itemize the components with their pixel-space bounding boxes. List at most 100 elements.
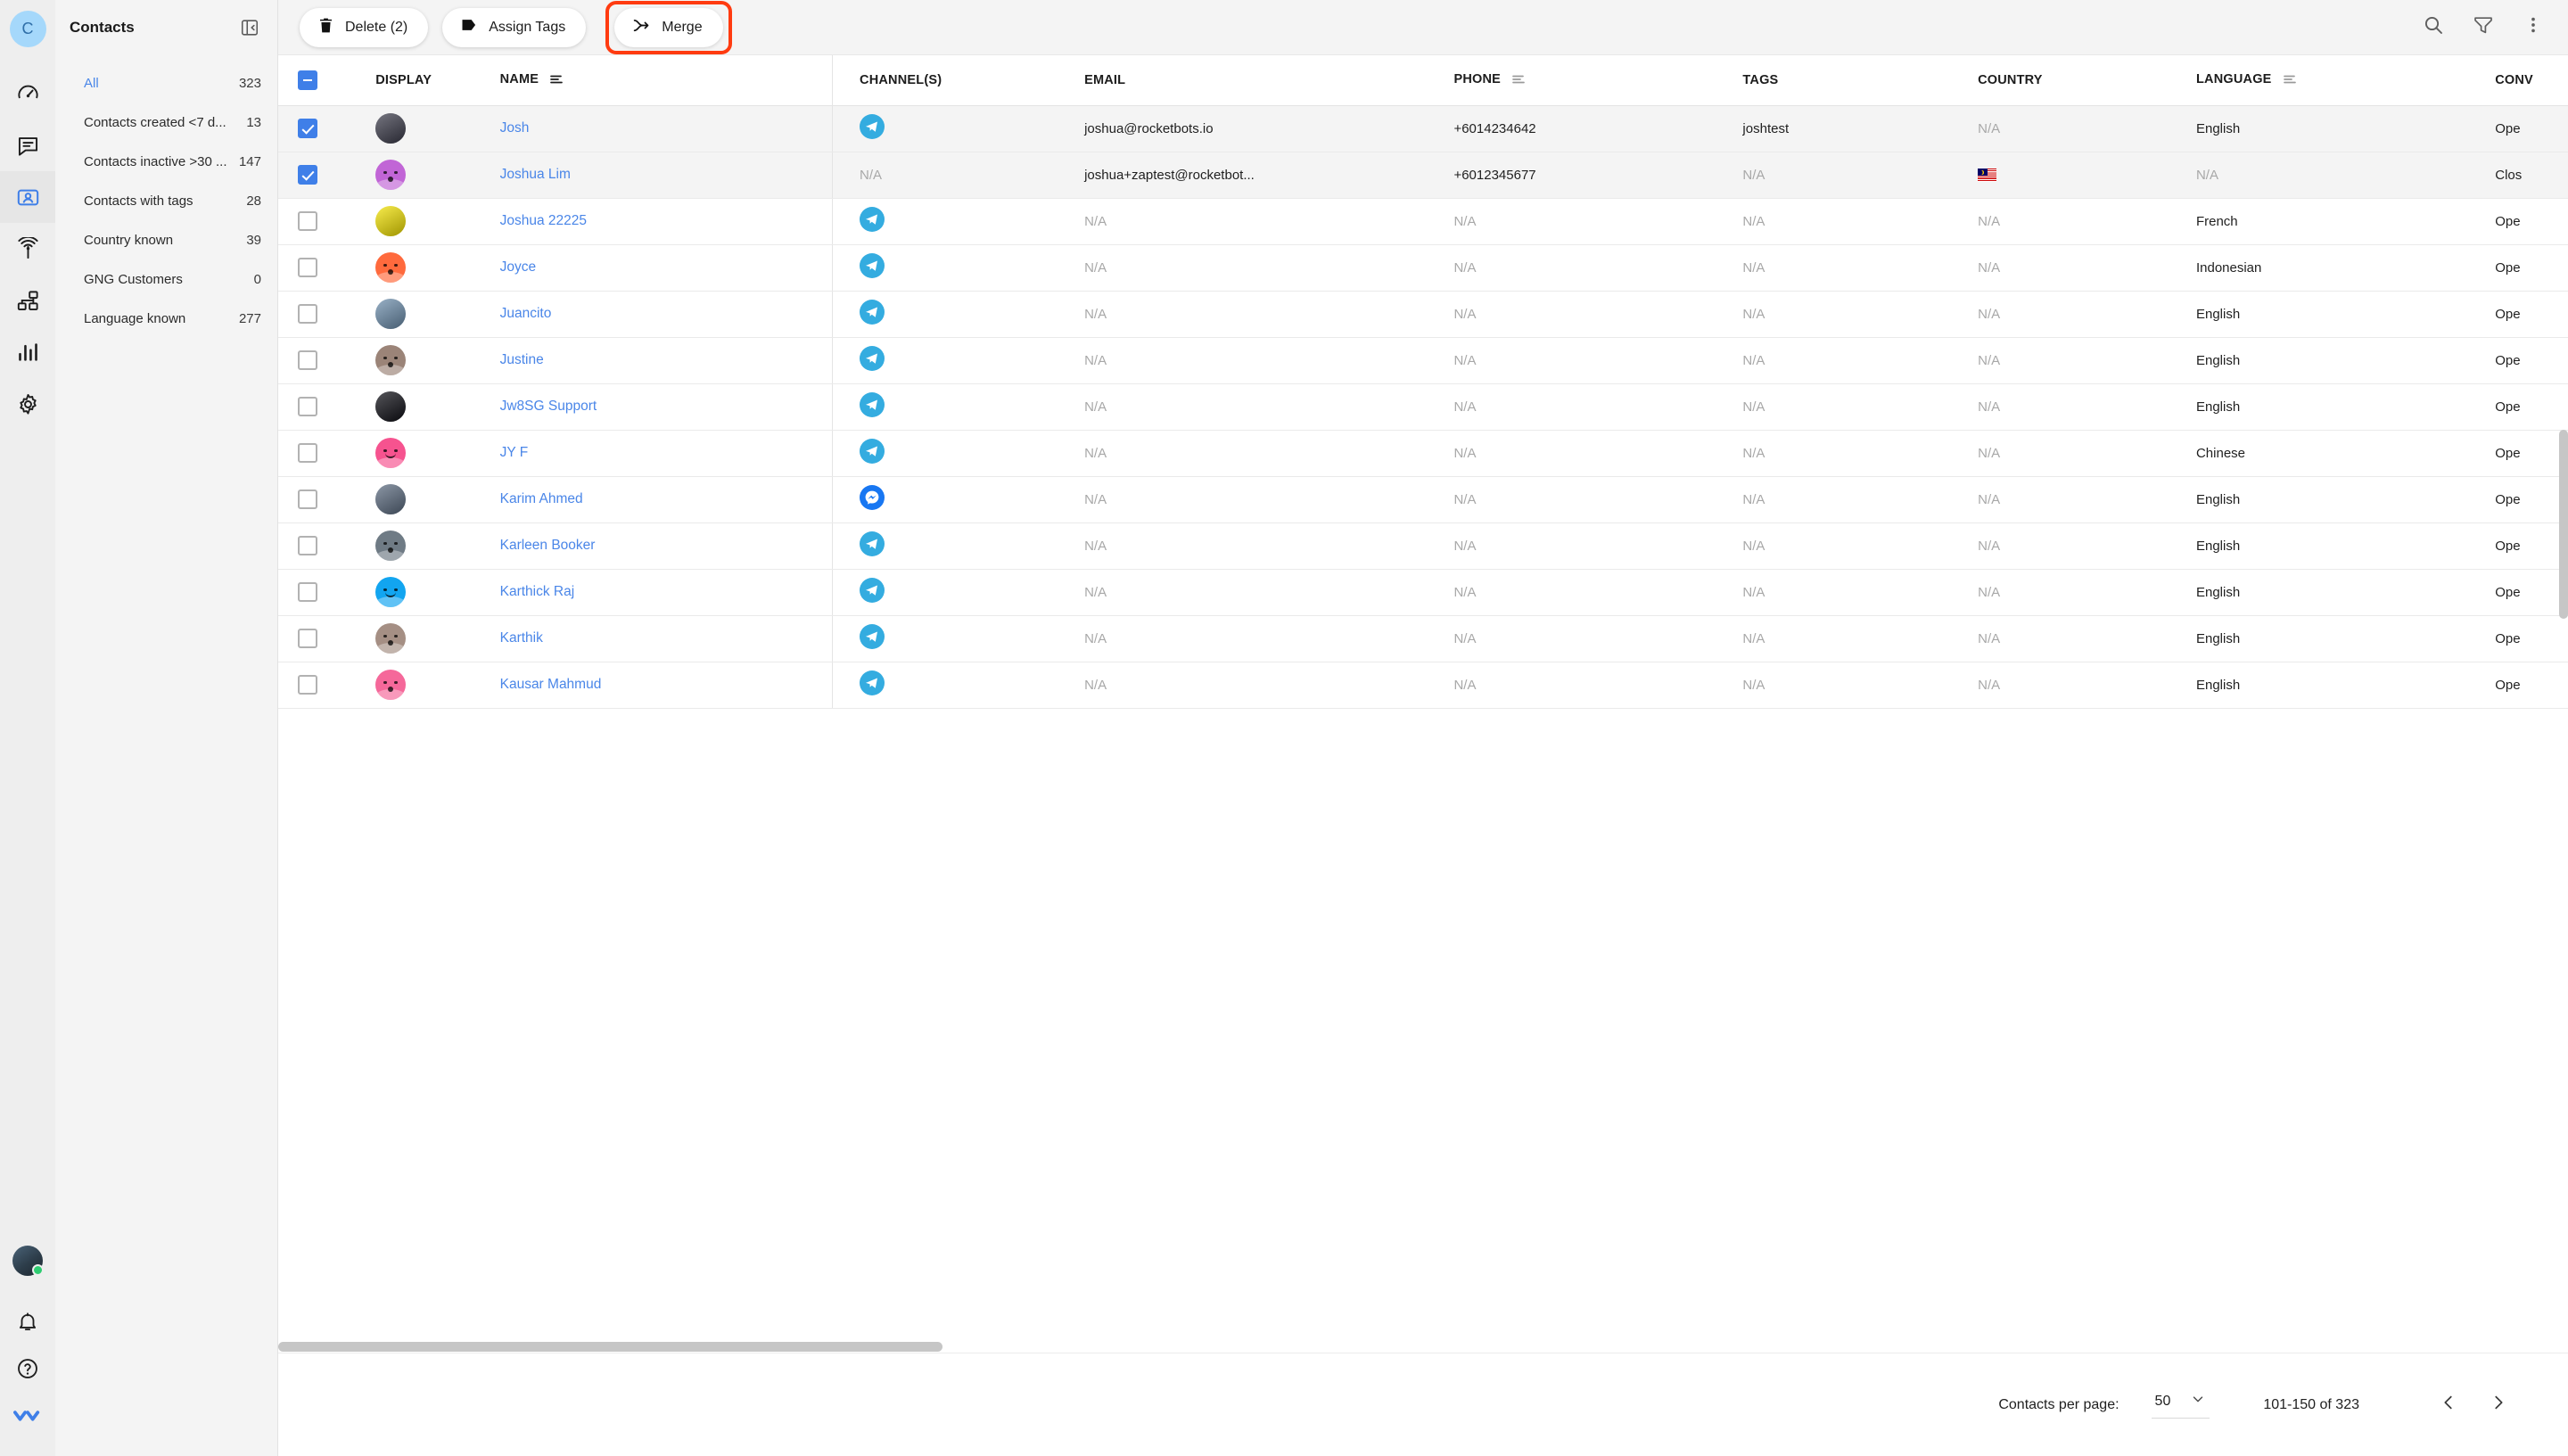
table-row[interactable]: Joshua 22225N/AN/AN/AN/AFrenchOpe — [278, 198, 2568, 244]
merge-button[interactable]: Merge — [614, 8, 722, 47]
sidebar-item-workflows[interactable] — [0, 275, 55, 326]
row-checkbox[interactable] — [298, 489, 317, 509]
avatar[interactable] — [375, 206, 406, 236]
row-checkbox[interactable] — [298, 582, 317, 602]
telegram-icon[interactable] — [860, 346, 885, 371]
sort-icon[interactable] — [549, 73, 564, 88]
telegram-icon[interactable] — [860, 392, 885, 417]
sidebar-item-created-recent[interactable]: Contacts created <7 d... 13 — [55, 103, 277, 142]
avatar[interactable] — [375, 252, 406, 283]
sidebar-item-gng-customers[interactable]: GNG Customers 0 — [55, 259, 277, 299]
column-header-conversation[interactable]: CONV — [2495, 55, 2568, 105]
avatar[interactable] — [375, 345, 406, 375]
table-row[interactable]: Joshua LimN/Ajoshua+zaptest@rocketbot...… — [278, 152, 2568, 198]
avatar[interactable] — [375, 299, 406, 329]
row-checkbox[interactable] — [298, 443, 317, 463]
telegram-icon[interactable] — [860, 624, 885, 649]
next-page-button[interactable] — [2481, 1387, 2516, 1423]
assign-tags-button[interactable]: Assign Tags — [442, 8, 586, 47]
contact-name-link[interactable]: Juancito — [500, 306, 552, 321]
table-row[interactable]: JuancitoN/AN/AN/AN/AEnglishOpe — [278, 291, 2568, 337]
contact-name-link[interactable]: Karim Ahmed — [500, 491, 583, 506]
row-checkbox[interactable] — [298, 675, 317, 695]
telegram-icon[interactable] — [860, 531, 885, 556]
contact-name-link[interactable]: Justine — [500, 352, 544, 367]
table-row[interactable]: Karthick RajN/AN/AN/AN/AEnglishOpe — [278, 569, 2568, 615]
telegram-icon[interactable] — [860, 300, 885, 325]
horizontal-scrollbar-track[interactable] — [278, 1341, 2568, 1353]
more-options-button[interactable] — [2520, 14, 2547, 41]
collapse-panel-button[interactable] — [240, 18, 259, 37]
contact-name-link[interactable]: Joshua Lim — [500, 167, 571, 182]
sidebar-item-broadcasts[interactable] — [0, 223, 55, 275]
column-header-name[interactable]: NAME — [500, 55, 833, 105]
contact-name-link[interactable]: Karthick Raj — [500, 584, 575, 599]
sidebar-item-all[interactable]: All 323 — [55, 63, 277, 103]
column-header-email[interactable]: EMAIL — [1084, 55, 1453, 105]
table-row[interactable]: Karim AhmedN/AN/AN/AN/AEnglishOpe — [278, 476, 2568, 522]
row-checkbox[interactable] — [298, 536, 317, 555]
avatar[interactable] — [375, 577, 406, 607]
table-row[interactable]: Kausar MahmudN/AN/AN/AN/AEnglishOpe — [278, 662, 2568, 708]
row-checkbox[interactable] — [298, 165, 317, 185]
table-row[interactable]: Jw8SG SupportN/AN/AN/AN/AEnglishOpe — [278, 383, 2568, 430]
sort-icon[interactable] — [2283, 73, 2297, 88]
telegram-icon[interactable] — [860, 439, 885, 464]
sidebar-item-messages[interactable] — [0, 119, 55, 171]
row-checkbox[interactable] — [298, 629, 317, 648]
contact-name-link[interactable]: Joshua 22225 — [500, 213, 587, 228]
telegram-icon[interactable] — [860, 670, 885, 695]
contact-name-link[interactable]: Kausar Mahmud — [500, 677, 602, 692]
contact-name-link[interactable]: JY F — [500, 445, 529, 460]
column-header-channels[interactable]: CHANNEL(S) — [833, 55, 1085, 105]
contact-name-link[interactable]: Josh — [500, 120, 530, 136]
per-page-select[interactable]: 50 — [2152, 1391, 2210, 1419]
contact-name-link[interactable]: Joyce — [500, 259, 537, 275]
avatar[interactable] — [375, 160, 406, 190]
table-row[interactable]: JoyceN/AN/AN/AN/AIndonesianOpe — [278, 244, 2568, 291]
column-header-tags[interactable]: TAGS — [1742, 55, 1978, 105]
vertical-scrollbar[interactable] — [2559, 430, 2568, 619]
contact-name-link[interactable]: Karleen Booker — [500, 538, 596, 553]
table-row[interactable]: JY FN/AN/AN/AN/AChineseOpe — [278, 430, 2568, 476]
avatar[interactable] — [375, 531, 406, 561]
filter-button[interactable] — [2470, 14, 2497, 41]
column-header-phone[interactable]: PHONE — [1453, 55, 1742, 105]
sidebar-item-with-tags[interactable]: Contacts with tags 28 — [55, 181, 277, 220]
notifications-button[interactable] — [0, 1301, 55, 1347]
table-row[interactable]: Joshjoshua@rocketbots.io+6014234642josht… — [278, 105, 2568, 152]
avatar[interactable] — [375, 623, 406, 654]
sidebar-item-reports[interactable] — [0, 326, 55, 378]
telegram-icon[interactable] — [860, 253, 885, 278]
avatar[interactable] — [12, 1246, 43, 1276]
column-header-language[interactable]: LANGUAGE — [2196, 55, 2495, 105]
avatar[interactable] — [375, 113, 406, 144]
sidebar-item-contacts[interactable] — [0, 171, 55, 223]
horizontal-scrollbar-thumb[interactable] — [278, 1342, 942, 1352]
avatar[interactable] — [375, 484, 406, 514]
row-checkbox[interactable] — [298, 258, 317, 277]
column-header-country[interactable]: COUNTRY — [1978, 55, 2196, 105]
sidebar-item-dashboard[interactable] — [0, 68, 55, 119]
sidebar-item-country-known[interactable]: Country known 39 — [55, 220, 277, 259]
row-checkbox[interactable] — [298, 119, 317, 138]
table-row[interactable]: KarthikN/AN/AN/AN/AEnglishOpe — [278, 615, 2568, 662]
row-checkbox[interactable] — [298, 304, 317, 324]
avatar[interactable] — [375, 438, 406, 468]
search-button[interactable] — [2420, 14, 2447, 41]
row-checkbox[interactable] — [298, 211, 317, 231]
table-row[interactable]: JustineN/AN/AN/AN/AEnglishOpe — [278, 337, 2568, 383]
sidebar-item-inactive[interactable]: Contacts inactive >30 ... 147 — [55, 142, 277, 181]
row-checkbox[interactable] — [298, 350, 317, 370]
select-all-checkbox[interactable] — [298, 70, 317, 90]
sidebar-item-language-known[interactable]: Language known 277 — [55, 299, 277, 338]
column-header-display[interactable]: DISPLAY — [375, 55, 499, 105]
delete-button[interactable]: Delete (2) — [300, 8, 428, 47]
telegram-icon[interactable] — [860, 578, 885, 603]
table-row[interactable]: Karleen BookerN/AN/AN/AN/AEnglishOpe — [278, 522, 2568, 569]
avatar[interactable] — [375, 670, 406, 700]
contact-name-link[interactable]: Karthik — [500, 630, 543, 646]
messenger-icon[interactable] — [860, 485, 885, 510]
sidebar-item-settings[interactable] — [0, 378, 55, 430]
help-button[interactable] — [0, 1347, 55, 1394]
